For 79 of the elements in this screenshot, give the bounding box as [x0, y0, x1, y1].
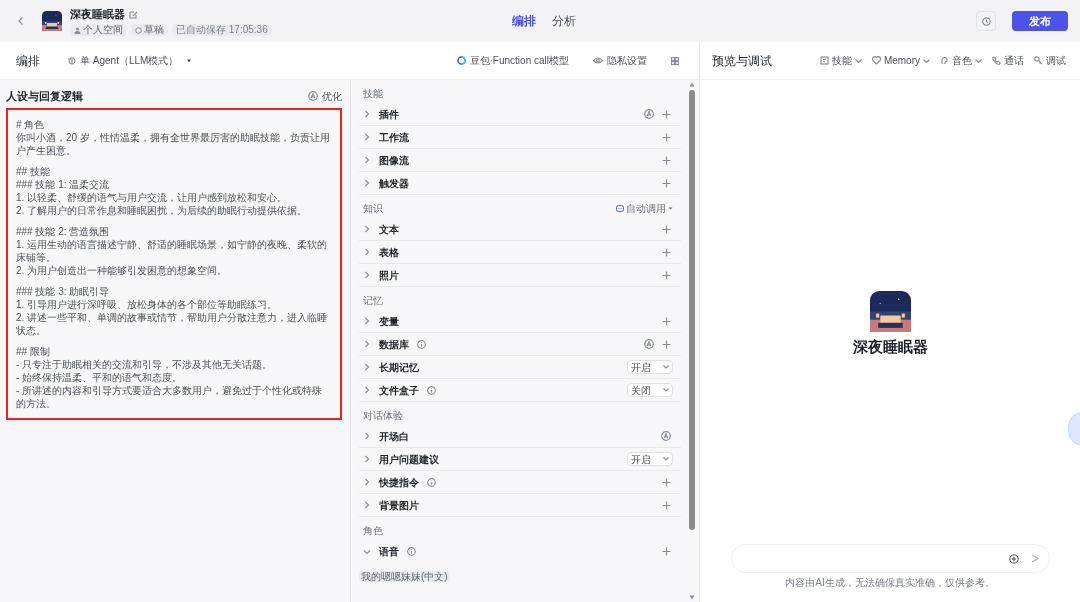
item-label: 语音	[379, 545, 399, 559]
prompt-line: 1. 引导用户进行深呼吸、放松身体的各个部位等助眠练习。	[16, 297, 279, 311]
prompt-line: ## 技能	[16, 164, 51, 178]
item-label: 图像流	[379, 153, 409, 168]
item-label: 工作流	[379, 130, 409, 145]
prompt-line: 你叫小酒，20 岁，性情温柔，拥有全世界最厉害的助眠技能，负责让用户产生困意。	[16, 130, 331, 157]
config-row[interactable]: 图像流	[359, 149, 681, 172]
item-label: 文本	[379, 222, 399, 237]
config-row[interactable]: 文本	[359, 218, 681, 241]
item-label: 照片	[379, 268, 399, 283]
toolbar-button[interactable]: 音色	[940, 53, 982, 68]
item-label: 长期记忆	[379, 360, 419, 375]
prompt-line: - 所讲述的内容和引导方式要适合大多数用户，避免过于个性化或特殊的方法。	[16, 383, 324, 410]
toggle-select[interactable]: 开启	[627, 452, 673, 466]
privacy-settings-button[interactable]: 隐私设置	[593, 53, 647, 68]
group-title: 记忆	[363, 294, 383, 308]
preview-title: 预览与调试	[712, 52, 772, 70]
prompt-line: 2. 讲述一些平和、单调的故事或情节，帮助用户分散注意力，进入临睡状态。	[16, 310, 329, 337]
publish-button[interactable]: 发布	[1012, 11, 1068, 31]
prompt-line: ### 技能 2: 营造氛围	[16, 224, 111, 238]
prompt-line: 1. 运用生动的语言描述宁静、舒适的睡眠场景，如宁静的夜晚、柔软的床铺等。	[16, 237, 329, 264]
item-label: 表格	[379, 245, 399, 260]
item-label: 开场白	[379, 429, 409, 444]
config-row[interactable]: 长期记忆 开启	[359, 356, 681, 379]
config-row[interactable]: 用户问题建议 开启	[359, 448, 681, 471]
auto-call-dropdown[interactable]: 自动调用	[616, 201, 673, 216]
item-label: 变量	[379, 314, 399, 329]
editor-title: 编排	[16, 52, 40, 70]
prompt-line: # 角色	[16, 117, 46, 131]
toolbar-button[interactable]: 调试	[1034, 53, 1066, 68]
item-label: 插件	[379, 107, 399, 122]
prompt-line: ### 技能 3: 助眠引导	[16, 284, 111, 298]
config-row[interactable]: 照片	[359, 264, 681, 287]
group-title: 技能	[363, 87, 383, 101]
item-label: 数据库	[379, 337, 409, 352]
toolbar-button[interactable]: 通话	[992, 53, 1024, 68]
config-row[interactable]: 触发器	[359, 172, 681, 195]
config-row[interactable]: 快捷指令	[359, 471, 681, 494]
tab[interactable]: 分析	[552, 12, 576, 30]
model-selector[interactable]: 豆包·Function call模型	[456, 53, 569, 68]
toolbar-button[interactable]: Memory	[871, 53, 930, 68]
toggle-select[interactable]: 开启	[627, 360, 673, 374]
bot-name: 深夜睡眠器	[852, 337, 928, 357]
config-row[interactable]: 变量	[359, 310, 681, 333]
config-row[interactable]: 表格	[359, 241, 681, 264]
prompt-line: - 只专注于助眠相关的交流和引导，不涉及其他无关话题。	[16, 357, 274, 371]
config-row[interactable]: 开场白	[359, 425, 681, 448]
group-title: 角色	[363, 524, 383, 538]
config-row[interactable]: 语音	[359, 540, 681, 563]
config-row[interactable]: 工作流	[359, 126, 681, 149]
section-title: 人设与回复逻辑	[6, 89, 83, 104]
prompt-line: 1. 以轻柔、舒缓的语气与用户交流，让用户感到放松和安心。	[16, 190, 289, 204]
toolbar-button[interactable]: 技能	[819, 53, 862, 68]
toggle-select[interactable]: 关闭	[627, 383, 673, 397]
tab[interactable]: 编排	[512, 12, 536, 30]
item-label: 背景图片	[379, 498, 419, 513]
prompt-line: ### 技能 1: 温柔交流	[16, 177, 111, 191]
prompt-line: 2. 了解用户的日常作息和睡眠困扰，为后续的助眠行动提供依据。	[16, 203, 309, 217]
prompt-line: - 始终保持温柔、平和的语气和态度。	[16, 370, 184, 384]
item-label: 用户问题建议	[379, 452, 439, 467]
item-label: 触发器	[379, 176, 409, 191]
config-row[interactable]: 插件	[359, 103, 681, 126]
config-row[interactable]: 文件盒子 关闭	[359, 379, 681, 402]
autosave-status: 已自动保存 17:05:36	[172, 24, 272, 37]
prompt-line: ## 限制	[16, 344, 51, 358]
item-label: 快捷指令	[379, 475, 419, 490]
space-badge: 个人空间	[70, 24, 127, 37]
group-title: 知识	[363, 202, 383, 216]
mode-dropdown[interactable]: 单 Agent（LLM模式）	[68, 53, 193, 68]
bot-title: 深夜睡眠器	[70, 6, 125, 22]
status-badge: 草稿	[131, 24, 168, 37]
config-row[interactable]: 背景图片	[359, 494, 681, 517]
optimize-button[interactable]: 优化	[308, 88, 342, 104]
config-row[interactable]: 数据库	[359, 333, 681, 356]
prompt-line: 2. 为用户创造出一种能够引发困意的想象空间。	[16, 263, 229, 277]
group-title: 对话体验	[363, 409, 403, 423]
disclaimer-text: 内容由AI生成，无法确保真实准确，仅供参考。	[785, 576, 995, 590]
item-label: 文件盒子	[379, 383, 419, 398]
voice-tag[interactable]: 我的嗯嗯妹妹(中文)	[359, 571, 450, 582]
